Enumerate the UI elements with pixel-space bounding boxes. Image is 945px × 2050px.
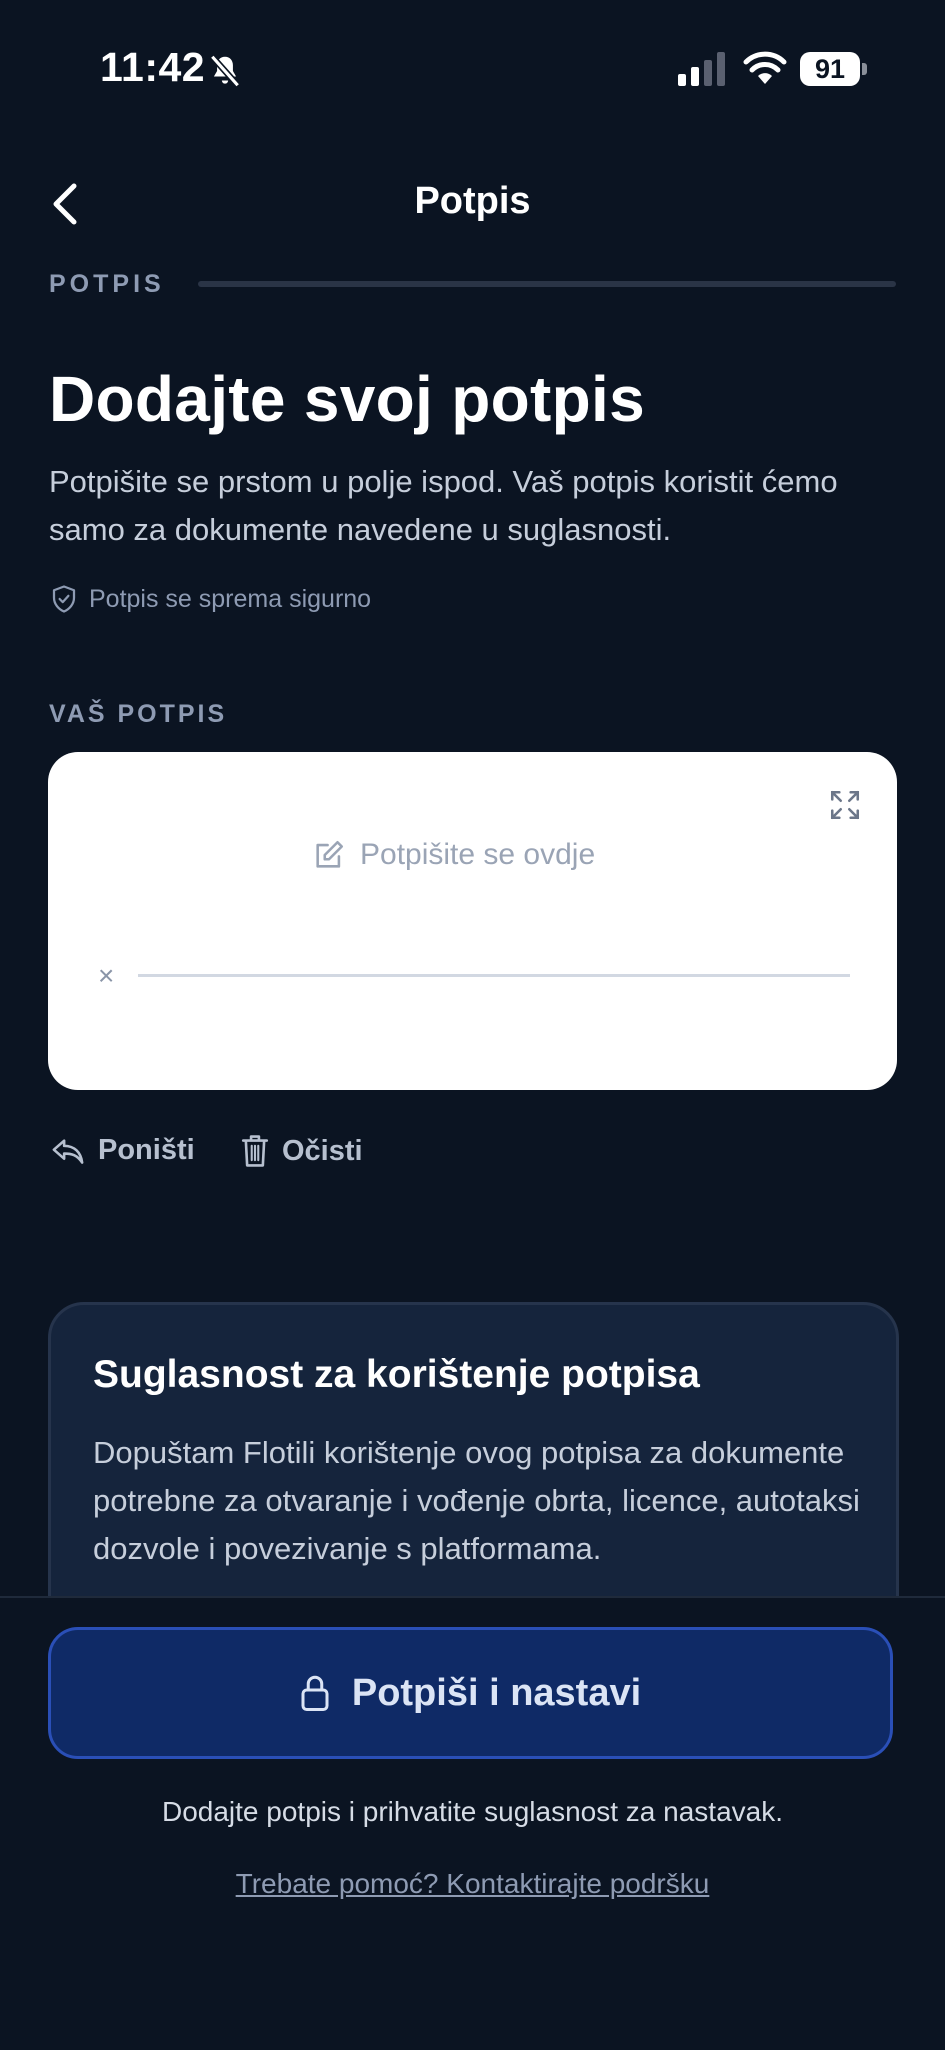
consent-text: Dopuštam Flotili korištenje ovog potpisa… xyxy=(93,1435,860,1566)
signature-placeholder: Potpišite se ovdje xyxy=(312,838,595,872)
clear-label: Očisti xyxy=(282,1134,363,1167)
wifi-icon xyxy=(743,51,787,84)
secure-note: Potpis se sprema sigurno xyxy=(49,584,371,614)
lock-icon xyxy=(301,1675,329,1711)
progress-bar xyxy=(198,281,896,287)
trash-icon xyxy=(241,1135,269,1167)
support-link[interactable]: Trebate pomoć? Kontaktirajte podršku xyxy=(0,1868,945,1900)
signature-x-mark: × xyxy=(98,960,115,991)
sign-and-continue-button[interactable]: Potpiši i nastavi xyxy=(48,1627,893,1759)
clear-button[interactable]: Očisti xyxy=(240,1134,363,1168)
battery-level: 91 xyxy=(800,52,860,86)
consent-title: Suglasnost za korištenje potpisa xyxy=(93,1353,700,1396)
secure-note-text: Potpis se sprema sigurno xyxy=(89,584,372,613)
shield-check-icon xyxy=(52,585,76,613)
main-heading: Dodajte svoj potpis xyxy=(49,363,645,435)
signature-pad[interactable] xyxy=(48,752,897,1090)
signature-baseline xyxy=(138,974,850,977)
signal-icon xyxy=(678,52,725,86)
step-label: POTPIS xyxy=(49,270,165,298)
undo-label: Poništi xyxy=(98,1134,195,1166)
expand-icon[interactable] xyxy=(828,788,862,822)
battery-icon: 91 xyxy=(800,52,868,86)
bell-slash-icon xyxy=(209,54,241,88)
page-title: Potpis xyxy=(414,180,531,222)
status-time: 11:42 xyxy=(100,44,206,90)
edit-icon xyxy=(316,840,344,868)
undo-icon xyxy=(52,1138,84,1164)
signature-placeholder-text: Potpišite se ovdje xyxy=(360,838,596,871)
main-description: Potpišite se prstom u polje ispod. Vaš p… xyxy=(49,464,838,547)
undo-button[interactable]: Poništi xyxy=(50,1134,195,1167)
cta-label: Potpiši i nastavi xyxy=(351,1671,642,1714)
footer-hint: Dodajte potpis i prihvatite suglasnost z… xyxy=(161,1796,784,1827)
signature-label: VAŠ POTPIS xyxy=(49,700,228,728)
